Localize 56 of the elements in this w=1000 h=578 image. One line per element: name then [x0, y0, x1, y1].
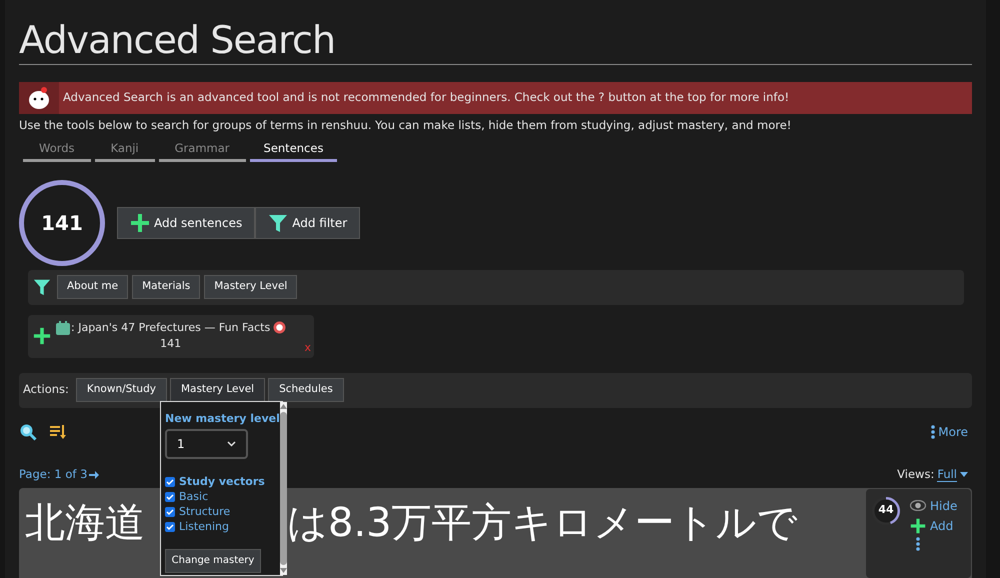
filter-chip[interactable]: Materials: [132, 275, 200, 299]
more-button[interactable]: More: [931, 422, 968, 440]
dots-icon: [931, 424, 936, 438]
action-button[interactable]: Mastery Level: [170, 378, 266, 402]
source-count: 141: [160, 336, 182, 352]
eye-icon: [910, 500, 926, 511]
filter-chip[interactable]: About me: [57, 275, 128, 299]
checkbox-label: Structure: [179, 504, 230, 520]
views-dropdown[interactable]: Full: [937, 466, 957, 482]
checkbox[interactable]: [165, 492, 175, 502]
count-text: 141: [40, 210, 84, 236]
tab[interactable]: Words: [23, 140, 91, 162]
calendar-icon: [55, 320, 71, 336]
change-mastery-button[interactable]: Change mastery: [165, 548, 261, 572]
tab[interactable]: Sentences: [250, 140, 338, 162]
count-text: 44: [877, 502, 895, 518]
sentence-text: 北海道: [25, 500, 145, 546]
sentence-text: は8.3万平方キロメートルで: [287, 500, 798, 546]
sort-icon[interactable]: [49, 422, 67, 440]
intro-text: Use the tools below to search for groups of terms in renshuu. You can make lists, hide them from studying, adjust mastery, and more!: [19, 117, 792, 134]
plus-icon: [33, 327, 51, 345]
add-button[interactable]: Add: [910, 516, 954, 534]
views-label: Views:: [897, 466, 934, 483]
tab[interactable]: Grammar: [158, 140, 246, 162]
checkbox[interactable]: [165, 477, 175, 487]
dots-icon[interactable]: [916, 536, 920, 550]
source-title: : Japan's 47 Prefectures — Fun Facts: [71, 320, 270, 336]
chevron-icon: [227, 440, 236, 446]
action-button[interactable]: Known/Study: [76, 378, 167, 402]
scroll-down-icon[interactable]: [280, 568, 287, 573]
arrow-icon: [89, 470, 100, 480]
plus-icon: [910, 518, 926, 534]
add-filter-button[interactable]: Add filter: [255, 206, 360, 238]
warning-text: Advanced Search is an advanced tool and is not recommended for beginners. Check out the ? button at the top for more info!: [63, 89, 790, 106]
search-icon[interactable]: [19, 422, 37, 440]
checkbox-label: Study vectors: [179, 474, 265, 490]
actions-label: Actions:: [23, 381, 69, 398]
plus-icon: [130, 212, 150, 232]
filter-icon: [268, 212, 288, 232]
checkbox[interactable]: [165, 522, 175, 532]
page-title: Advanced Search: [19, 18, 972, 65]
action-button[interactable]: Schedules: [268, 378, 344, 402]
caret-icon: [960, 472, 968, 477]
mascot-icon: [26, 85, 52, 111]
page-link[interactable]: Page: 1 of 3: [19, 466, 100, 484]
popup-heading: New mastery level: [165, 411, 280, 427]
tab[interactable]: Kanji: [94, 140, 155, 162]
scroll-up-icon[interactable]: [280, 404, 287, 409]
checkbox-label: Listening: [179, 518, 229, 535]
hide-button[interactable]: Hide: [910, 496, 958, 514]
checkbox[interactable]: [165, 507, 175, 517]
mastery-select[interactable]: 1: [165, 428, 248, 458]
checkbox-label: Basic: [179, 488, 208, 505]
filter-chip[interactable]: Mastery Level: [204, 275, 298, 299]
filter-icon: [33, 278, 51, 296]
add-sentences-button[interactable]: Add sentences: [117, 206, 256, 238]
